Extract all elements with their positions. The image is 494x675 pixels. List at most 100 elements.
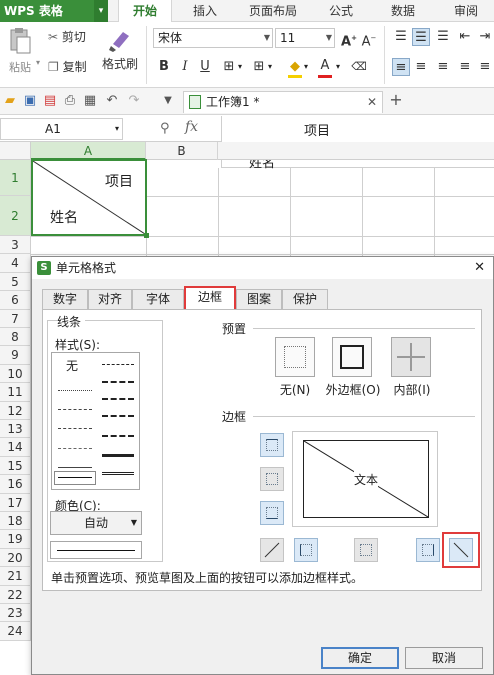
- row-header-2[interactable]: 2: [0, 196, 31, 236]
- column-header-a[interactable]: A: [31, 142, 146, 160]
- row-header-23[interactable]: 23: [0, 604, 31, 623]
- app-menu-button[interactable]: WPS 表格 ▾: [0, 0, 108, 22]
- row-header-15[interactable]: 15: [0, 456, 31, 476]
- decrease-indent-icon[interactable]: ⇤: [456, 28, 474, 46]
- document-tab[interactable]: 工作簿1 * ✕: [183, 91, 383, 113]
- plus-icon[interactable]: +: [388, 92, 404, 108]
- cut-button[interactable]: ✂ 剪切: [48, 28, 86, 46]
- print-icon[interactable]: ⎙: [62, 93, 78, 109]
- copy-button[interactable]: ❐ 复制: [48, 58, 87, 76]
- line-style-medium-dash[interactable]: [102, 415, 134, 417]
- line-style-dash-dot[interactable]: [58, 428, 92, 429]
- row-header-22[interactable]: 22: [0, 585, 31, 604]
- align-right-icon[interactable]: ≡: [434, 58, 452, 76]
- row-header-1[interactable]: 1: [0, 160, 31, 196]
- undo-icon[interactable]: ↶: [104, 93, 120, 109]
- border-diagonal-down-button[interactable]: [449, 538, 473, 562]
- line-style-thin[interactable]: [58, 467, 92, 468]
- tab-formula[interactable]: 公式: [320, 0, 362, 22]
- clear-format-icon[interactable]: ⌫: [350, 58, 368, 76]
- tab-pattern[interactable]: 图案: [236, 289, 282, 309]
- align-center-icon[interactable]: ≡: [412, 58, 430, 76]
- select-all-corner[interactable]: [0, 142, 31, 160]
- cancel-button[interactable]: 取消: [405, 647, 483, 669]
- cell-a1-diagonal[interactable]: 项目 姓名: [31, 159, 149, 238]
- tab-page-layout[interactable]: 页面布局: [242, 0, 304, 22]
- print-preview-icon[interactable]: ▦: [82, 93, 98, 109]
- color-select[interactable]: 自动 ▼: [50, 511, 142, 535]
- distributed-icon[interactable]: ≡: [476, 58, 494, 76]
- dialog-title-bar[interactable]: S 单元格格式 ✕: [32, 257, 493, 279]
- line-style-dotted[interactable]: [58, 390, 92, 391]
- underline-button[interactable]: U: [196, 58, 214, 76]
- bold-button[interactable]: B: [155, 58, 173, 76]
- line-style-list[interactable]: 无: [51, 352, 140, 490]
- row-header-9[interactable]: 9: [0, 346, 31, 365]
- row-header-10[interactable]: 10: [0, 364, 31, 384]
- row-header-11[interactable]: 11: [0, 383, 31, 402]
- decrease-font-icon[interactable]: A−: [360, 29, 378, 49]
- align-top-icon[interactable]: ☰: [392, 28, 410, 46]
- row-header-19[interactable]: 19: [0, 530, 31, 549]
- format-painter-button[interactable]: 格式刷: [100, 26, 140, 72]
- align-middle-icon[interactable]: ☰: [412, 28, 430, 46]
- fx-icon[interactable]: fx: [185, 119, 198, 135]
- tab-font[interactable]: 字体: [132, 289, 184, 309]
- borders-icon[interactable]: ⊞: [220, 58, 238, 76]
- preset-outline-button[interactable]: [332, 337, 372, 377]
- chevron-down-icon[interactable]: ▼: [160, 93, 176, 109]
- row-header-16[interactable]: 16: [0, 475, 31, 494]
- line-style-medium-dashed[interactable]: [102, 364, 134, 365]
- border-left-button[interactable]: [294, 538, 318, 562]
- increase-indent-icon[interactable]: ⇥: [476, 28, 494, 46]
- fill-handle[interactable]: [144, 233, 149, 238]
- save-icon[interactable]: ▣: [22, 93, 38, 109]
- tab-protection[interactable]: 保护: [282, 289, 328, 309]
- chevron-down-icon[interactable]: ▾: [304, 62, 308, 71]
- border-diagonal-up-button[interactable]: [260, 538, 284, 562]
- tab-alignment[interactable]: 对齐: [88, 289, 132, 309]
- tab-border[interactable]: 边框: [184, 286, 236, 311]
- align-left-icon[interactable]: ≡: [392, 58, 410, 76]
- preset-inside-button[interactable]: [391, 337, 431, 377]
- border-inner-vertical-button[interactable]: [354, 538, 378, 562]
- zoom-search-icon[interactable]: ⚲: [160, 121, 170, 136]
- row-header-8[interactable]: 8: [0, 328, 31, 347]
- line-style-slanted-dash[interactable]: [102, 398, 134, 400]
- merge-icon[interactable]: ⊞: [250, 58, 268, 76]
- row-header-24[interactable]: 24: [0, 622, 31, 641]
- border-right-button[interactable]: [416, 538, 440, 562]
- row-header-12[interactable]: 12: [0, 401, 31, 420]
- row-header-17[interactable]: 17: [0, 493, 31, 512]
- line-style-thick[interactable]: [102, 454, 134, 457]
- tab-home[interactable]: 开始: [118, 0, 172, 23]
- chevron-down-icon[interactable]: ▾: [115, 119, 119, 139]
- row-header-6[interactable]: 6: [0, 291, 31, 310]
- line-style-thick-dash[interactable]: [102, 435, 134, 437]
- close-icon[interactable]: ✕: [367, 92, 377, 113]
- row-header-21[interactable]: 21: [0, 567, 31, 586]
- ok-button[interactable]: 确定: [321, 647, 399, 669]
- chevron-down-icon[interactable]: ▾: [268, 62, 272, 71]
- line-style-medium-dash-dot-dot[interactable]: [102, 381, 134, 383]
- italic-button[interactable]: I: [176, 58, 194, 76]
- chevron-down-icon[interactable]: ▾: [336, 62, 340, 71]
- chevron-down-icon[interactable]: ▾: [94, 0, 108, 22]
- tab-review[interactable]: 审阅: [444, 0, 488, 22]
- fill-color-icon[interactable]: ◆: [286, 58, 304, 76]
- tab-number[interactable]: 数字: [42, 289, 88, 309]
- border-top-button[interactable]: [260, 433, 284, 457]
- increase-font-icon[interactable]: A+: [340, 29, 358, 49]
- tab-insert[interactable]: 插入: [180, 0, 230, 22]
- line-style-dash-dot-dot[interactable]: [58, 409, 92, 410]
- align-bottom-icon[interactable]: ☰: [434, 28, 452, 46]
- close-icon[interactable]: ✕: [474, 257, 485, 279]
- tab-data[interactable]: 数据: [380, 0, 426, 22]
- preset-none-button[interactable]: [275, 337, 315, 377]
- border-bottom-button[interactable]: [260, 501, 284, 525]
- name-box[interactable]: A1 ▾: [0, 118, 123, 140]
- border-preview[interactable]: 文本: [292, 431, 438, 527]
- row-header-4[interactable]: 4: [0, 254, 31, 273]
- pdf-icon[interactable]: ▤: [42, 93, 58, 109]
- font-size-select[interactable]: 11 ▼: [275, 28, 335, 48]
